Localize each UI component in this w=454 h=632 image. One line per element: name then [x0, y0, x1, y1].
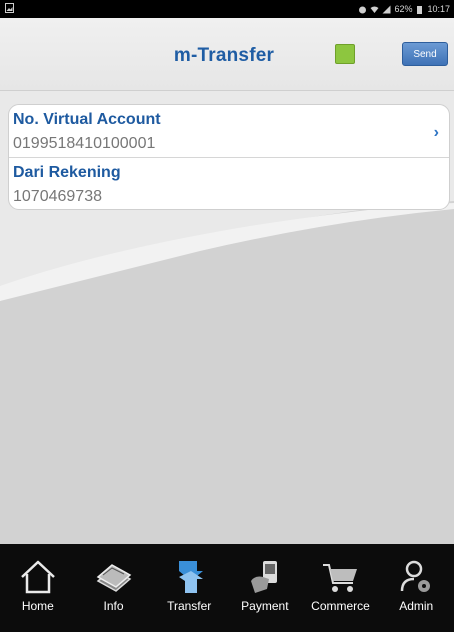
nav-item-commerce[interactable]: Commerce [303, 544, 379, 632]
nav-item-info[interactable]: Info [76, 544, 152, 632]
transfer-form-card: No. Virtual Account 0199518410100001 › D… [8, 104, 450, 210]
battery-icon [417, 5, 423, 14]
source-account-label: Dari Rekening [13, 164, 121, 181]
nav-label-payment: Payment [241, 599, 289, 613]
cart-icon [322, 564, 357, 592]
chevron-right-icon: › [433, 124, 439, 141]
admin-icon [400, 560, 431, 592]
alarm-icon [359, 6, 367, 13]
send-button[interactable]: Send [402, 42, 448, 66]
nav-label-commerce: Commerce [311, 599, 370, 613]
source-account-value: 1070469738 [13, 188, 102, 205]
nav-label-info: Info [103, 599, 124, 613]
bottom-nav: Home Info Transfer Payment Commerce Admi… [0, 544, 454, 632]
source-account-row[interactable]: Dari Rekening 1070469738 [9, 158, 449, 209]
nav-item-transfer[interactable]: Transfer [151, 544, 227, 632]
image-notification-icon [5, 3, 14, 13]
battery-percent: 62% [394, 4, 413, 14]
nav-label-home: Home [21, 599, 54, 613]
wifi-icon [370, 6, 379, 13]
page-title: m-Transfer [173, 45, 275, 66]
nav-item-payment[interactable]: Payment [227, 544, 303, 632]
virtual-account-row[interactable]: No. Virtual Account 0199518410100001 › [9, 105, 449, 158]
home-icon [20, 560, 55, 594]
screen: 62% 10:17 m-Transfer Send No. Virtual Ac… [0, 0, 454, 632]
nav-label-transfer: Transfer [167, 599, 212, 613]
virtual-account-label: No. Virtual Account [13, 111, 161, 128]
virtual-account-value: 0199518410100001 [13, 135, 156, 152]
nav-label-admin: Admin [399, 599, 434, 613]
content-area: No. Virtual Account 0199518410100001 › D… [0, 91, 454, 544]
app-header: m-Transfer Send [0, 18, 454, 91]
connection-status-indicator [335, 44, 355, 64]
payment-icon [250, 561, 277, 593]
transfer-icon [179, 561, 204, 593]
nav-item-admin[interactable]: Admin [378, 544, 454, 632]
status-icons: 62% 10:17 [358, 4, 450, 14]
clock-time: 10:17 [427, 4, 450, 14]
info-icon [96, 564, 131, 592]
nav-item-home[interactable]: Home [0, 544, 76, 632]
signal-icon [382, 5, 391, 13]
status-bar: 62% 10:17 [0, 0, 454, 18]
